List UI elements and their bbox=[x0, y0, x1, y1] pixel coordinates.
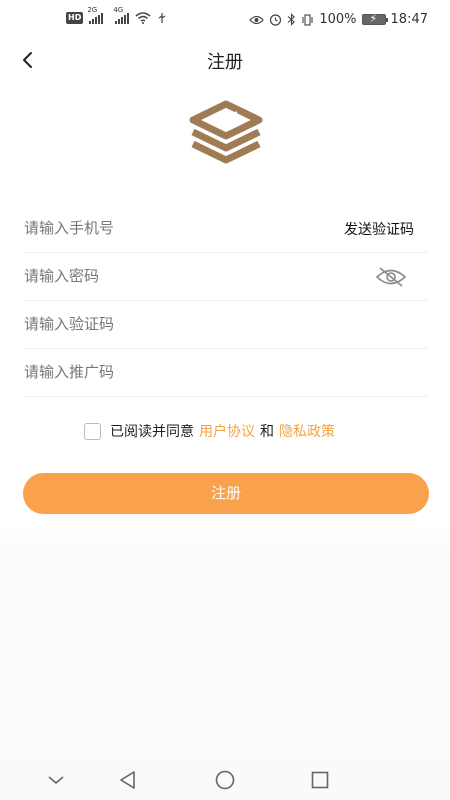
page-title: 注册 bbox=[207, 52, 243, 73]
app-logo bbox=[189, 100, 263, 164]
clock: 18:47 bbox=[390, 12, 428, 27]
user-agreement-link[interactable]: 用户协议 bbox=[199, 421, 255, 441]
phone-input[interactable] bbox=[24, 205, 324, 251]
promo-code-row bbox=[24, 349, 428, 397]
promo-code-input[interactable] bbox=[24, 349, 324, 395]
verify-code-row bbox=[24, 301, 428, 349]
eye-hidden-icon bbox=[375, 267, 407, 287]
bluetooth-icon bbox=[287, 13, 296, 26]
phone-row: 发送验证码 bbox=[24, 205, 428, 253]
eye-comfort-icon bbox=[249, 15, 265, 24]
agreement-prefix: 已阅读并同意 bbox=[110, 424, 194, 440]
alarm-icon bbox=[270, 14, 282, 26]
signal-icon-sim1: 2G bbox=[87, 6, 104, 24]
verify-code-input[interactable] bbox=[24, 301, 324, 347]
header: 注册 bbox=[0, 40, 450, 80]
agreement-checkbox[interactable] bbox=[84, 422, 101, 440]
password-input[interactable] bbox=[24, 253, 324, 299]
chevron-down-icon bbox=[48, 776, 64, 785]
circle-home-icon bbox=[215, 770, 235, 790]
send-code-button[interactable]: 发送验证码 bbox=[344, 219, 414, 239]
status-bar: HD 2G 4G 100% ⚡ 18:47 bbox=[0, 0, 450, 40]
nav-home-button[interactable] bbox=[213, 768, 237, 792]
nav-back-button[interactable] bbox=[116, 768, 140, 792]
signal-icon-sim2: 4G bbox=[113, 6, 130, 24]
nav-hide-button[interactable] bbox=[44, 768, 68, 792]
wifi-icon bbox=[135, 12, 151, 24]
usb-icon bbox=[159, 13, 166, 23]
battery-percent: 100% bbox=[319, 12, 357, 27]
battery-icon: ⚡ bbox=[361, 12, 388, 25]
hd-voice-icon: HD bbox=[66, 12, 84, 24]
nav-recent-button[interactable] bbox=[308, 768, 332, 792]
network-type-1: 2G bbox=[87, 6, 98, 14]
agreement-conjunction: 和 bbox=[260, 424, 274, 440]
system-nav-bar bbox=[0, 760, 450, 800]
square-recent-icon bbox=[311, 771, 329, 789]
password-visibility-toggle[interactable] bbox=[374, 265, 408, 289]
register-button[interactable]: 注册 bbox=[23, 473, 429, 514]
password-row bbox=[24, 253, 428, 301]
vibrate-icon bbox=[302, 13, 313, 26]
status-bar-right: 100% ⚡ 18:47 bbox=[249, 12, 428, 27]
network-type-2: 4G bbox=[113, 6, 124, 14]
agreement-row: 已阅读并同意 用户协议 和 隐私政策 bbox=[84, 421, 335, 441]
privacy-policy-link[interactable]: 隐私政策 bbox=[279, 421, 335, 441]
status-bar-left: HD 2G 4G bbox=[66, 6, 167, 24]
triangle-back-icon bbox=[120, 771, 135, 789]
